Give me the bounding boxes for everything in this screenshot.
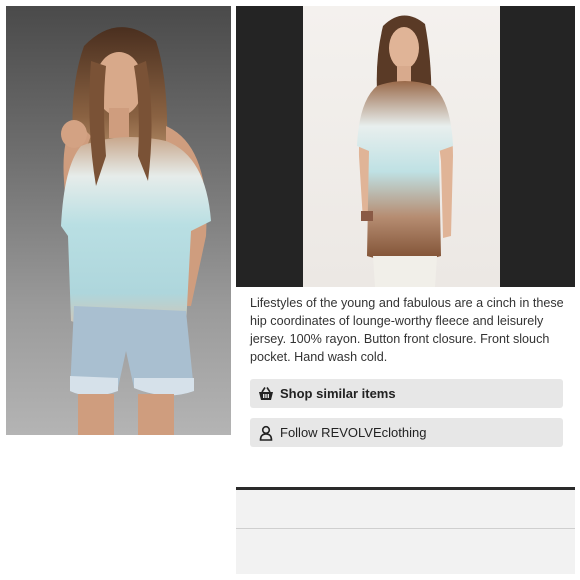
shop-similar-button[interactable]: Shop similar items (250, 379, 563, 408)
shop-similar-label: Shop similar items (280, 386, 396, 401)
listing-panel: Lifestyles of the young and fabulous are… (236, 6, 575, 574)
follow-seller-label: Follow REVOLVEclothing (280, 425, 427, 440)
footer-divider (236, 528, 575, 529)
follow-seller-button[interactable]: Follow REVOLVEclothing (250, 418, 563, 447)
basket-icon (258, 386, 274, 402)
model-figure (61, 27, 211, 435)
footer-area (236, 490, 575, 574)
model-figure-secondary (357, 15, 453, 287)
listing-description: Lifestyles of the young and fabulous are… (250, 296, 564, 364)
person-icon (258, 425, 274, 441)
product-photo-main[interactable] (6, 6, 231, 435)
product-photo-secondary[interactable] (236, 6, 575, 287)
